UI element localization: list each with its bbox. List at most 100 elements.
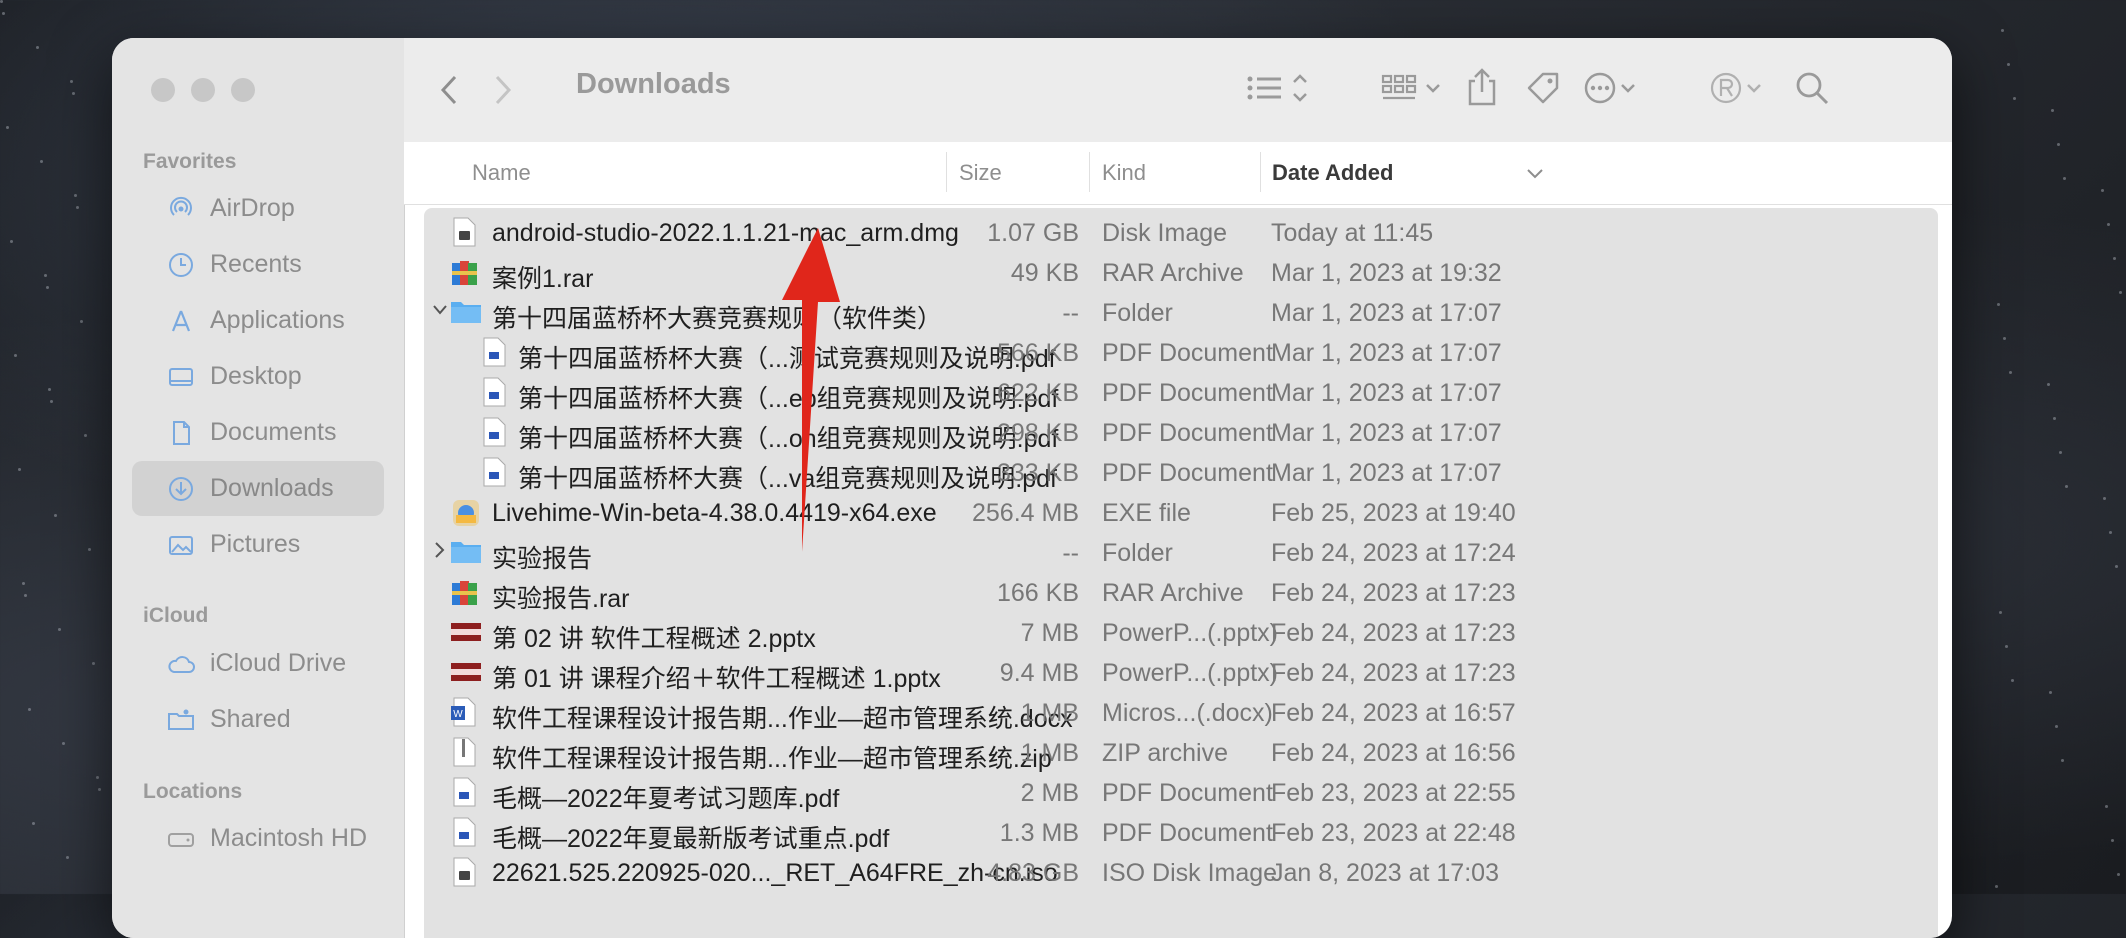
background-snow-speck	[22, 582, 25, 585]
sidebar-item-label: Macintosh HD	[210, 824, 367, 852]
file-size: 622 KB	[996, 379, 1079, 407]
shared-folder-icon	[166, 705, 196, 735]
search-button[interactable]	[1790, 68, 1834, 112]
clock-icon	[166, 250, 196, 280]
file-date-added: Feb 24, 2023 at 17:23	[1271, 659, 1516, 687]
file-size: 298 KB	[996, 419, 1079, 447]
column-date-added[interactable]: Date Added	[1272, 160, 1393, 186]
desktop-icon	[166, 362, 196, 392]
background-snow-speck	[2101, 189, 2104, 192]
column-size[interactable]: Size	[959, 160, 1002, 186]
view-options-button[interactable]	[1244, 68, 1314, 112]
background-snow-speck	[2009, 371, 2012, 374]
file-date-added: Feb 24, 2023 at 17:23	[1271, 619, 1516, 647]
sidebar-item-applications[interactable]: Applications	[132, 293, 384, 348]
tags-button[interactable]	[1520, 68, 1566, 112]
sidebar-item-shared[interactable]: Shared	[132, 692, 384, 747]
background-snow-speck	[28, 708, 31, 711]
sidebar-item-documents[interactable]: Documents	[132, 405, 384, 460]
sort-chevron-down-icon[interactable]	[1522, 156, 1548, 192]
sidebar-item-pictures[interactable]: Pictures	[132, 517, 384, 572]
file-row[interactable]: 毛概—2022年夏最新版考试重点.pdf 1.3 MB PDF Document Fe…	[424, 812, 1938, 853]
file-date-added: Mar 1, 2023 at 17:07	[1271, 419, 1502, 447]
file-row[interactable]: W 软件工程课程设计报告期...作业—超市管理系统.docx 1 MB Micros.…	[424, 692, 1938, 733]
sidebar-item-label: Downloads	[210, 474, 334, 502]
file-kind: PDF Document	[1102, 779, 1273, 807]
background-snow-speck	[48, 388, 51, 391]
file-date-added: Mar 1, 2023 at 17:07	[1271, 459, 1502, 487]
sidebar-item-airdrop[interactable]: AirDrop	[132, 181, 384, 236]
sidebar-item-desktop[interactable]: Desktop	[132, 349, 384, 404]
file-date-added: Mar 1, 2023 at 17:07	[1271, 379, 1502, 407]
background-snow-speck	[2111, 839, 2114, 842]
background-snow-speck	[0, 0, 3, 3]
file-row[interactable]: 案例1.rar 49 KB RAR Archive Mar 1, 2023 at 19…	[424, 252, 1938, 293]
background-snow-speck	[2059, 451, 2062, 454]
group-button[interactable]	[1379, 68, 1449, 112]
file-kind: Folder	[1102, 299, 1173, 327]
file-size: 9.4 MB	[999, 659, 1079, 687]
file-row[interactable]: 实验报告 -- Folder Feb 24, 2023 at 17:24	[424, 532, 1938, 573]
column-divider[interactable]	[1260, 152, 1261, 192]
file-row[interactable]: 第十四届蓝桥杯大赛竞赛规则（软件类） -- Folder Mar 1, 2023 at…	[424, 292, 1938, 333]
background-snow-speck	[1999, 611, 2002, 614]
sidebar-item-macintosh-hd[interactable]: Macintosh HD	[132, 811, 384, 866]
background-snow-speck	[2065, 485, 2068, 488]
file-kind: ISO Disk Image	[1102, 859, 1278, 887]
background-snow-speck	[92, 662, 95, 665]
column-name[interactable]: Name	[472, 160, 531, 186]
file-row[interactable]: 毛概—2022年夏考试习题库.pdf 2 MB PDF Document Feb 23…	[424, 772, 1938, 813]
file-row[interactable]: 第十四届蓝桥杯大赛（...va组竞赛规则及说明.pdf 333 KB PDF Doc…	[424, 452, 1938, 493]
column-header: Name Size Kind Date Added	[404, 142, 1952, 205]
tag-icon	[1523, 68, 1563, 113]
file-row[interactable]: 实验报告.rar 166 KB RAR Archive Feb 24, 2023 at…	[424, 572, 1938, 613]
column-kind[interactable]: Kind	[1102, 160, 1146, 186]
file-row[interactable]: 第十四届蓝桥杯大赛（...eb组竞赛规则及说明.pdf 622 KB PDF Doc…	[424, 372, 1938, 413]
file-row[interactable]: 第十四届蓝桥杯大赛（...on组竞赛规则及说明.pdf 298 KB PDF Doc…	[424, 412, 1938, 453]
close-window-button[interactable]	[151, 78, 175, 102]
background-snow-speck	[2061, 759, 2064, 762]
zoom-window-button[interactable]	[231, 78, 255, 102]
sidebar-item-recents[interactable]: Recents	[132, 237, 384, 292]
file-kind: PDF Document	[1102, 379, 1273, 407]
back-button[interactable]	[434, 72, 464, 108]
file-row[interactable]: 第 01 讲 课程介绍＋软件工程概述 1.pptx 9.4 MB PowerP...…	[424, 652, 1938, 693]
file-row[interactable]: android-studio-2022.1.1.21-mac_arm.dmg 1.…	[424, 212, 1938, 252]
background-snow-speck	[2003, 337, 2006, 340]
background-snow-speck	[2109, 531, 2112, 534]
file-row[interactable]: 第 02 讲 软件工程概述 2.pptx 7 MB PowerP...(.pptx)…	[424, 612, 1938, 653]
file-row[interactable]: 软件工程课程设计报告期...作业—超市管理系统.zip 1 MB ZIP archi…	[424, 732, 1938, 773]
background-snow-speck	[2011, 679, 2014, 682]
file-size: 1.3 MB	[999, 819, 1079, 847]
file-date-added: Mar 1, 2023 at 17:07	[1271, 339, 1502, 367]
forward-button[interactable]	[488, 72, 518, 108]
file-size: 566 KB	[996, 339, 1079, 367]
file-size: 1 MB	[1020, 739, 1079, 767]
file-size: --	[1062, 539, 1079, 567]
document-icon	[166, 418, 196, 448]
minimize-window-button[interactable]	[191, 78, 215, 102]
file-row[interactable]: 22621.525.220925-020..._RET_A64FRE_zh-cn…	[424, 852, 1938, 892]
background-snow-speck	[50, 400, 53, 403]
cloud-icon	[166, 649, 196, 679]
share-icon	[1465, 66, 1499, 113]
grid-icon	[1379, 68, 1449, 113]
file-row[interactable]: 第十四届蓝桥杯大赛（...测试竞赛规则及说明.pdf 566 KB PDF Docu…	[424, 332, 1938, 373]
background-snow-speck	[2049, 691, 2052, 694]
sidebar-item-icloud-drive[interactable]: iCloud Drive	[132, 636, 384, 691]
photo-icon	[166, 530, 196, 560]
sidebar-item-label: Applications	[210, 306, 345, 334]
background-snow-speck	[72, 92, 75, 95]
file-date-added: Feb 23, 2023 at 22:48	[1271, 819, 1516, 847]
sidebar-item-downloads[interactable]: Downloads	[132, 461, 384, 516]
extension-button[interactable]	[1708, 68, 1784, 112]
file-row[interactable]: Livehime-Win-beta-4.38.0.4419-x64.exe 256…	[424, 492, 1938, 532]
background-snow-speck	[96, 776, 99, 779]
background-snow-speck	[40, 160, 43, 163]
file-size: 2 MB	[1020, 779, 1079, 807]
background-snow-speck	[2063, 177, 2066, 180]
more-actions-button[interactable]	[1582, 68, 1658, 112]
share-button[interactable]	[1462, 66, 1502, 112]
column-divider[interactable]	[1089, 152, 1090, 192]
column-divider[interactable]	[946, 152, 947, 192]
